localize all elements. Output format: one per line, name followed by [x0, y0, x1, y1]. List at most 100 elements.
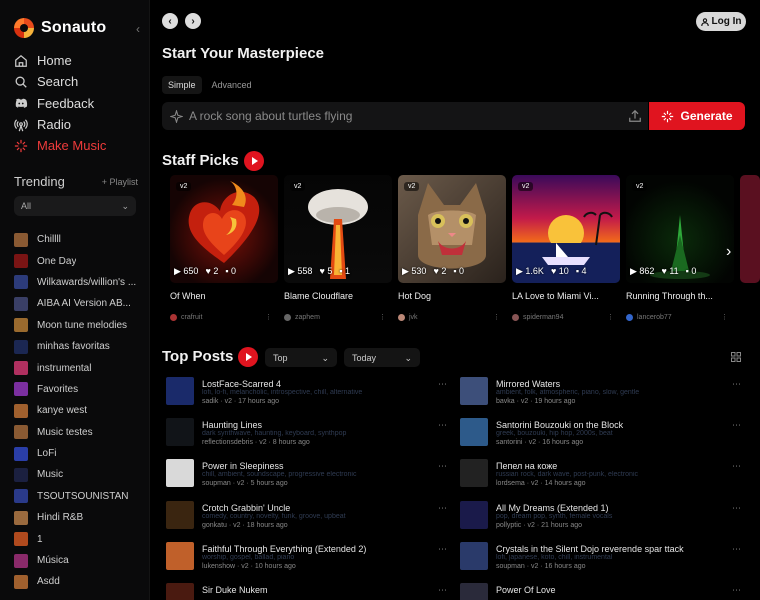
login-button[interactable]: Log In — [696, 12, 746, 31]
sort-select[interactable]: Top ⌄ — [265, 348, 337, 367]
comment-count: ▪ 4 — [575, 266, 587, 276]
post-tags: dark synthwave, haunting, keyboard, synt… — [202, 430, 347, 438]
brand[interactable]: Sonauto — [14, 18, 106, 38]
generate-button[interactable]: Generate — [649, 102, 745, 130]
play-top-posts-button[interactable] — [238, 347, 258, 367]
post-row[interactable]: LostFace-Scarred 4 lofi, lo-fi, melanchol… — [166, 377, 447, 411]
playlist-item[interactable]: Música — [14, 550, 140, 571]
comment-count-value: 4 — [581, 266, 587, 276]
more-icon[interactable]: ⋯ — [732, 544, 741, 555]
playlist-item[interactable]: Favorites — [14, 379, 140, 400]
post-row[interactable]: Faithful Through Everything (Extended 2)… — [166, 541, 447, 576]
more-icon[interactable]: ⋯ — [438, 420, 447, 431]
nav-item-feedback[interactable]: Feedback — [14, 93, 144, 114]
add-playlist-button[interactable]: + Playlist — [102, 177, 138, 187]
more-icon[interactable]: ⋯ — [438, 544, 447, 555]
collapse-sidebar-icon[interactable]: ‹ — [136, 22, 140, 36]
song-cover: v2 ▶ 530 ♥ 2 ▪ 0 — [398, 175, 506, 283]
playlist-thumbnail — [14, 403, 28, 418]
song-card[interactable]: v2 ▶ 530 ♥ 2 ▪ 0 Hot Dog jvk ⋮ — [398, 175, 506, 321]
post-row[interactable]: Crystals in the Silent Dojo reverende sp… — [460, 541, 741, 576]
post-row[interactable]: Sir Duke Nukem ⋯ — [166, 583, 447, 600]
nav-item-search[interactable]: Search — [14, 71, 144, 92]
post-username[interactable]: bavka — [496, 398, 515, 405]
card-user[interactable]: zaphem ⋮ — [284, 313, 392, 321]
more-icon[interactable]: ⋮ — [607, 313, 614, 321]
more-icon[interactable]: ⋯ — [732, 585, 741, 596]
time-range-select[interactable]: Today ⌄ — [344, 348, 420, 367]
card-user[interactable]: spiderman94 ⋮ — [512, 313, 620, 321]
more-icon[interactable]: ⋯ — [438, 585, 447, 596]
more-icon[interactable]: ⋯ — [438, 379, 447, 390]
post-username[interactable]: sadik — [202, 398, 218, 405]
song-card[interactable]: v2 ▶ 650 ♥ 2 ▪ 0 Of When crafruit ⋮ — [170, 175, 278, 321]
post-username[interactable]: gonkatu — [202, 522, 227, 529]
playlist-item[interactable]: Music testes — [14, 422, 140, 443]
post-username[interactable]: pollyptic — [496, 522, 521, 529]
post-row[interactable]: Crotch Grabbin' Uncle comedy, country, no… — [166, 500, 447, 535]
card-user[interactable]: jvk ⋮ — [398, 313, 506, 321]
more-icon[interactable]: ⋯ — [438, 503, 447, 514]
carousel-next-button[interactable]: › — [726, 243, 731, 261]
top-posts-title: Top Posts — [162, 348, 234, 365]
more-icon[interactable]: ⋯ — [438, 461, 447, 472]
card-user[interactable]: crafruit ⋮ — [170, 313, 278, 321]
more-icon[interactable]: ⋯ — [732, 461, 741, 472]
playlist-item[interactable]: One Day — [14, 250, 140, 271]
post-row[interactable]: Пепел на коже russian rock, dark wave, po… — [460, 459, 741, 493]
more-icon[interactable]: ⋯ — [732, 379, 741, 390]
post-row[interactable]: Santorini Bouzouki on the Block greek, bo… — [460, 418, 741, 452]
more-icon[interactable]: ⋯ — [732, 420, 741, 431]
play-staff-picks-button[interactable] — [244, 151, 264, 171]
song-card[interactable]: v2 ▶ 1.6K ♥ 10 ▪ 4 LA Love to Miami Vi..… — [512, 175, 620, 321]
tab-advanced[interactable]: Advanced — [206, 76, 258, 94]
upload-icon[interactable] — [628, 109, 642, 123]
forward-button[interactable]: › — [185, 13, 201, 29]
post-username[interactable]: soupman — [496, 563, 525, 570]
post-username[interactable]: santorini — [496, 439, 522, 446]
prompt-input[interactable] — [189, 109, 609, 123]
playlist-label: kanye west — [37, 405, 88, 417]
playlist-item[interactable]: AIBA AI Version AB... — [14, 293, 140, 314]
more-icon[interactable]: ⋮ — [721, 313, 728, 321]
playlist-item[interactable]: Music — [14, 464, 140, 485]
post-row[interactable]: All My Dreams (Extended 1) pop, dream pop… — [460, 500, 741, 535]
playlist-item[interactable]: Chillll — [14, 229, 140, 250]
playlist-item[interactable]: LoFi — [14, 443, 140, 464]
post-username[interactable]: reflectionsdebris — [202, 439, 253, 446]
trending-filter-select[interactable]: All ⌄ — [14, 196, 136, 216]
post-row[interactable]: Power Of Love ⋯ — [460, 583, 741, 600]
post-row[interactable]: Haunting Lines dark synthwave, haunting, … — [166, 418, 447, 452]
song-card[interactable]: v2 ▶ 558 ♥ 5 ▪ 1 Blame Cloudflare zaphem… — [284, 175, 392, 321]
post-row[interactable]: Power in Sleepiness chill, ambient, sound… — [166, 459, 447, 493]
back-button[interactable]: ‹ — [162, 13, 178, 29]
playlist-item[interactable]: Moon tune melodies — [14, 315, 140, 336]
tab-simple[interactable]: Simple — [162, 76, 202, 94]
playlist-item[interactable]: instrumental — [14, 357, 140, 378]
playlist-thumbnail — [14, 532, 28, 547]
post-username[interactable]: soupman — [202, 480, 231, 487]
nav-item-make-music[interactable]: Make Music — [14, 135, 144, 156]
card-user[interactable]: lancerob77 ⋮ — [626, 313, 734, 321]
post-row[interactable]: Mirrored Waters ambient, folk, atmospheri… — [460, 377, 741, 411]
playlist-item[interactable]: Asdd — [14, 571, 140, 592]
post-username[interactable]: lordsema — [496, 480, 525, 487]
more-icon[interactable]: ⋮ — [379, 313, 386, 321]
playlist-item[interactable]: 1 — [14, 528, 140, 549]
more-icon[interactable]: ⋮ — [493, 313, 500, 321]
grid-view-icon[interactable] — [731, 352, 741, 362]
song-card[interactable]: v2 ▶ 862 ♥ 11 ▪ 0 Running Through th... … — [626, 175, 734, 321]
playlist-item[interactable]: kanye west — [14, 400, 140, 421]
nav-item-home[interactable]: Home — [14, 50, 144, 71]
more-icon[interactable]: ⋯ — [732, 503, 741, 514]
playlist-item[interactable]: minhas favoritas — [14, 336, 140, 357]
song-card-partial[interactable] — [740, 175, 760, 283]
like-count-value: 2 — [441, 266, 447, 276]
play-count: ▶ 1.6K — [516, 266, 544, 276]
post-username[interactable]: lukenshow — [202, 563, 235, 570]
nav-item-radio[interactable]: Radio — [14, 114, 144, 135]
more-icon[interactable]: ⋮ — [265, 313, 272, 321]
playlist-item[interactable]: Hindi R&B — [14, 507, 140, 528]
playlist-item[interactable]: Wilkawards/willion's ... — [14, 272, 140, 293]
playlist-item[interactable]: TSOUTSOUNISTAN — [14, 486, 140, 507]
